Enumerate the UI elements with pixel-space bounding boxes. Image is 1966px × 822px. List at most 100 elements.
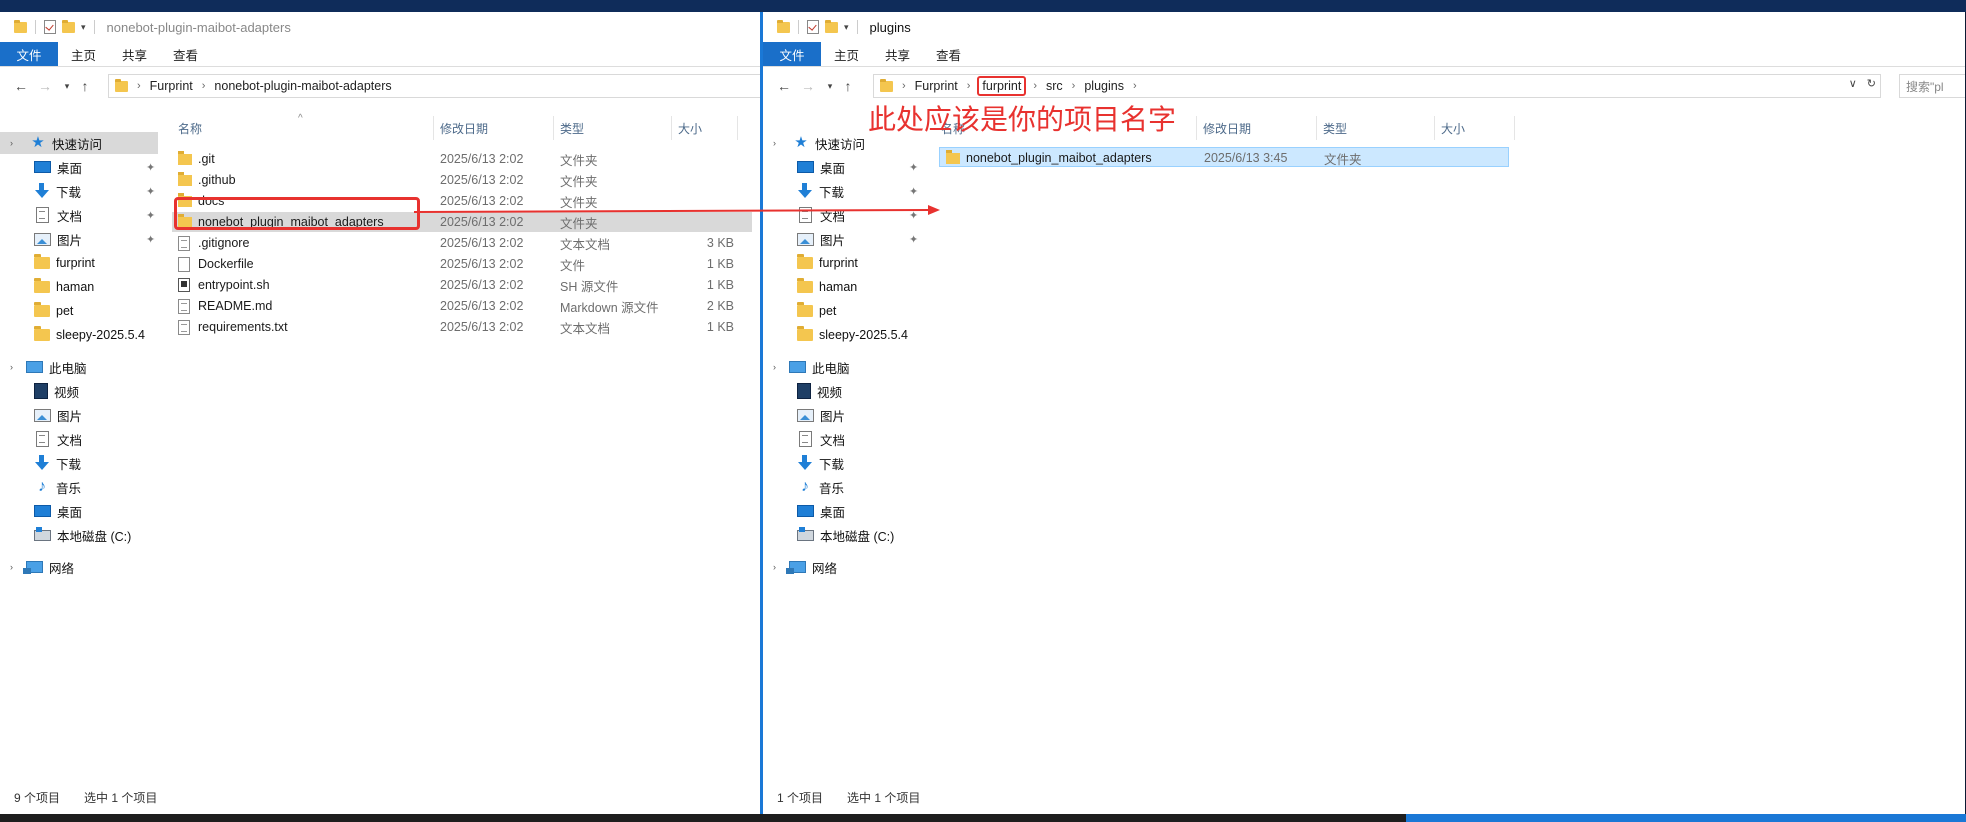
sidebar-item-network[interactable]: › 网络: [763, 556, 921, 578]
sidebar-item-pc-pictures[interactable]: 图片: [797, 404, 921, 426]
sidebar-item-this-pc[interactable]: › 此电脑: [763, 356, 921, 378]
tab-share[interactable]: 共享: [872, 42, 923, 66]
tab-home[interactable]: 主页: [821, 42, 872, 66]
up-arrow-icon[interactable]: ↑: [837, 78, 859, 94]
column-header-type[interactable]: 类型: [1317, 116, 1435, 140]
sidebar-item-desktop[interactable]: 桌面 ✦: [797, 156, 921, 178]
sidebar-item-haman[interactable]: haman: [797, 276, 921, 298]
sidebar-item-desktop[interactable]: 桌面 ✦: [34, 156, 158, 178]
column-header-size[interactable]: 大小: [1435, 116, 1515, 140]
sidebar-item-sleepy[interactable]: sleepy-2025.5.4: [34, 324, 158, 346]
breadcrumb-item[interactable]: Furprint: [150, 79, 193, 93]
sidebar-item-pc-documents[interactable]: 文档: [797, 428, 921, 450]
sidebar-item-pc-documents[interactable]: 文档: [34, 428, 158, 450]
address-dropdown-icon[interactable]: ∨: [1849, 77, 1857, 90]
sidebar-item-pc-downloads[interactable]: 下载: [797, 452, 921, 474]
column-header-size[interactable]: 大小: [672, 116, 738, 140]
tab-share[interactable]: 共享: [109, 42, 160, 66]
file-row[interactable]: entrypoint.sh 2025/6/13 2:02 SH 源文件 1 KB: [172, 275, 752, 295]
sidebar-item-quick-access[interactable]: › ★ 快速访问: [0, 132, 158, 154]
search-input[interactable]: 搜索"pl: [1899, 74, 1965, 98]
sidebar-item-downloads[interactable]: 下载 ✦: [34, 180, 158, 202]
pin-icon[interactable]: ✦: [909, 185, 918, 198]
column-header-date[interactable]: 修改日期: [1197, 116, 1317, 140]
pin-icon[interactable]: ✦: [909, 233, 918, 246]
refresh-icon[interactable]: ↻: [1867, 77, 1876, 90]
new-folder-icon[interactable]: [825, 19, 838, 33]
breadcrumb-item[interactable]: nonebot-plugin-maibot-adapters: [214, 79, 391, 93]
sidebar-item-pet[interactable]: pet: [34, 300, 158, 322]
sidebar-item-this-pc[interactable]: › 此电脑: [0, 356, 158, 378]
pin-icon[interactable]: ✦: [146, 209, 155, 222]
sidebar-item-pc-desktop[interactable]: 桌面: [34, 500, 158, 522]
file-row[interactable]: .github 2025/6/13 2:02 文件夹: [172, 170, 752, 190]
breadcrumb-item[interactable]: plugins: [1084, 79, 1124, 93]
properties-icon[interactable]: [44, 20, 56, 34]
expand-chevron-icon[interactable]: ›: [10, 562, 20, 572]
sidebar-item-pc-downloads[interactable]: 下载: [34, 452, 158, 474]
pin-icon[interactable]: ✦: [146, 185, 155, 198]
sidebar-item-documents[interactable]: 文档 ✦: [34, 204, 158, 226]
pin-icon[interactable]: ✦: [146, 233, 155, 246]
file-row[interactable]: docs 2025/6/13 2:02 文件夹: [172, 191, 752, 211]
address-bar[interactable]: › Furprint › furprint › src › plugins › …: [873, 74, 1881, 98]
expand-chevron-icon[interactable]: ›: [773, 138, 783, 148]
expand-chevron-icon[interactable]: ›: [10, 138, 20, 148]
properties-icon[interactable]: [807, 20, 819, 34]
breadcrumb-chevron-icon[interactable]: ›: [202, 80, 206, 92]
file-row[interactable]: nonebot_plugin_maibot_adapters 2025/6/13 …: [172, 212, 752, 232]
sidebar-item-pictures[interactable]: 图片 ✦: [797, 228, 921, 250]
sidebar-item-local-disk[interactable]: 本地磁盘 (C:): [34, 524, 158, 546]
sidebar-item-pc-desktop[interactable]: 桌面: [797, 500, 921, 522]
pin-icon[interactable]: ✦: [909, 161, 918, 174]
sidebar-item-local-disk[interactable]: 本地磁盘 (C:): [797, 524, 921, 546]
sidebar-item-furprint[interactable]: furprint: [797, 252, 921, 274]
sidebar-item-furprint[interactable]: furprint: [34, 252, 158, 274]
file-row[interactable]: Dockerfile 2025/6/13 2:02 文件 1 KB: [172, 254, 752, 274]
customize-toolbar-dropdown-icon[interactable]: ▾: [844, 22, 849, 33]
expand-chevron-icon[interactable]: ›: [773, 562, 783, 572]
sidebar-item-pet[interactable]: pet: [797, 300, 921, 322]
tab-file[interactable]: 文件: [0, 42, 58, 66]
tab-home[interactable]: 主页: [58, 42, 109, 66]
column-header-type[interactable]: 类型: [554, 116, 672, 140]
file-row[interactable]: .gitignore 2025/6/13 2:02 文本文档 3 KB: [172, 233, 752, 253]
sidebar-item-pc-pictures[interactable]: 图片: [34, 404, 158, 426]
forward-arrow-icon[interactable]: →: [797, 78, 819, 94]
breadcrumb-item[interactable]: Furprint: [915, 79, 958, 93]
sidebar-item-network[interactable]: › 网络: [0, 556, 158, 578]
back-arrow-icon[interactable]: ←: [773, 78, 795, 94]
breadcrumb-chevron-icon[interactable]: ›: [1072, 80, 1076, 92]
file-row[interactable]: nonebot_plugin_maibot_adapters 2025/6/13 …: [939, 147, 1509, 167]
tab-view[interactable]: 查看: [160, 42, 211, 66]
column-header-date[interactable]: 修改日期: [434, 116, 554, 140]
breadcrumb-chevron-icon[interactable]: ›: [1133, 80, 1137, 92]
back-arrow-icon[interactable]: ←: [10, 78, 32, 94]
sidebar-item-pictures[interactable]: 图片 ✦: [34, 228, 158, 250]
address-bar[interactable]: › Furprint › nonebot-plugin-maibot-adapt…: [108, 74, 760, 98]
sidebar-item-downloads[interactable]: 下载 ✦: [797, 180, 921, 202]
sidebar-item-documents[interactable]: 文档 ✦: [797, 204, 921, 226]
file-row[interactable]: requirements.txt 2025/6/13 2:02 文本文档 1 KB: [172, 317, 752, 337]
up-arrow-icon[interactable]: ↑: [74, 78, 96, 94]
file-row[interactable]: README.md 2025/6/13 2:02 Markdown 源文件 2 KB: [172, 296, 752, 316]
breadcrumb-item-highlighted[interactable]: furprint: [977, 76, 1027, 96]
customize-toolbar-dropdown-icon[interactable]: ▾: [81, 22, 86, 33]
sidebar-item-videos[interactable]: 视频: [34, 380, 158, 402]
tab-file[interactable]: 文件: [763, 42, 821, 66]
breadcrumb-item[interactable]: src: [1046, 79, 1063, 93]
sidebar-item-music[interactable]: ♪ 音乐: [34, 476, 158, 498]
expand-chevron-icon[interactable]: ›: [10, 362, 20, 372]
sidebar-item-videos[interactable]: 视频: [797, 380, 921, 402]
breadcrumb-chevron-icon[interactable]: ›: [1033, 80, 1037, 92]
sidebar-item-haman[interactable]: haman: [34, 276, 158, 298]
forward-arrow-icon[interactable]: →: [34, 78, 56, 94]
column-header-name[interactable]: 名称: [172, 116, 434, 140]
pin-icon[interactable]: ✦: [146, 161, 155, 174]
expand-chevron-icon[interactable]: ›: [773, 362, 783, 372]
breadcrumb-chevron-icon[interactable]: ›: [967, 80, 971, 92]
sidebar-item-sleepy[interactable]: sleepy-2025.5.4: [797, 324, 921, 346]
tab-view[interactable]: 查看: [923, 42, 974, 66]
pin-icon[interactable]: ✦: [909, 209, 918, 222]
new-folder-icon[interactable]: [62, 19, 75, 33]
